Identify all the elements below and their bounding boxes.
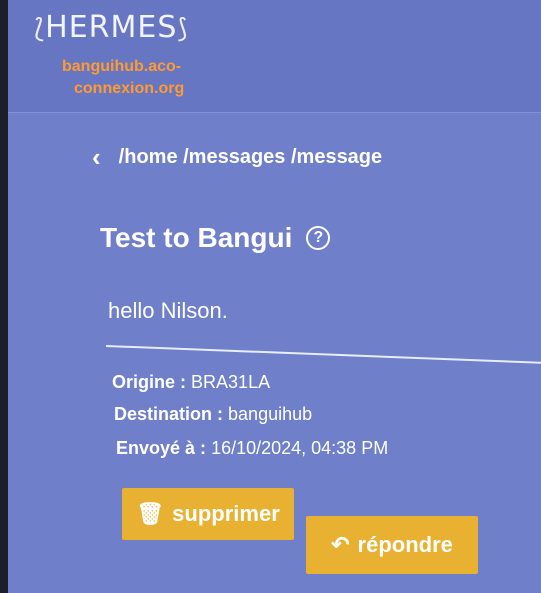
breadcrumb: ‹ /home /messages /message xyxy=(92,144,382,170)
message-title: Test to Bangui ? xyxy=(100,222,331,254)
divider xyxy=(105,345,541,364)
hub-domain-line1: banguihub.aco- xyxy=(62,58,182,75)
wing-right-icon: ⟆ xyxy=(177,14,189,44)
hermes-logo[interactable]: ⟅HERMES⟆ xyxy=(34,10,189,45)
message-body: hello Nilson. xyxy=(108,298,228,323)
question-circle-icon[interactable]: ? xyxy=(306,226,331,250)
app-screen: ⟅HERMES⟆ banguihub.aco- connexion.org ‹ … xyxy=(8,0,541,593)
sent-row: Envoyé à : 16/10/2024, 04:38 PM xyxy=(116,438,388,459)
destination-value: banguihub xyxy=(228,404,313,424)
header: ⟅HERMES⟆ banguihub.aco- connexion.org xyxy=(8,0,541,113)
origin-label: Origine : xyxy=(112,372,187,392)
sent-label: Envoyé à : xyxy=(116,438,207,458)
reply-label: répondre xyxy=(357,532,453,557)
hub-domain-line2: connexion.org xyxy=(74,80,185,97)
wing-left-icon: ⟅ xyxy=(34,14,46,44)
reply-icon: ↶ xyxy=(331,532,350,557)
origin-row: Origine : BRA31LA xyxy=(112,372,270,393)
chevron-left-icon[interactable]: ‹ xyxy=(92,144,101,170)
sent-value: 16/10/2024, 04:38 PM xyxy=(211,438,389,458)
destination-row: Destination : banguihub xyxy=(114,404,312,425)
reply-button[interactable]: ↶ répondre xyxy=(306,516,478,574)
logo-text: HERMES xyxy=(45,10,178,45)
delete-label: supprimer xyxy=(172,501,280,526)
message-subject: Test to Bangui xyxy=(100,222,293,253)
destination-label: Destination : xyxy=(114,404,224,424)
trash-icon: 🗑 xyxy=(136,501,165,526)
delete-button[interactable]: 🗑 supprimer xyxy=(122,488,294,540)
breadcrumb-path[interactable]: /home /messages /message xyxy=(119,146,382,169)
origin-value: BRA31LA xyxy=(191,372,271,392)
